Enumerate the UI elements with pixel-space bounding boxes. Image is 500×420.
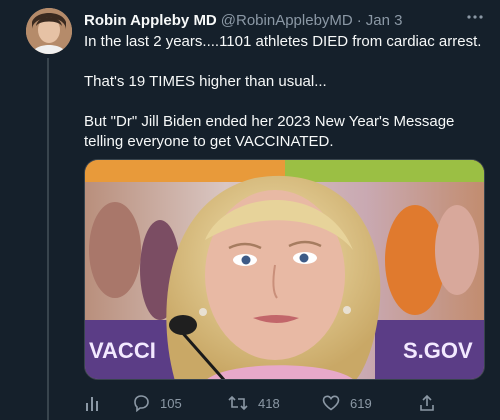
author-handle[interactable]: @RobinApplebyMD: [221, 12, 353, 29]
photo: VACCI S.GOV: [85, 160, 484, 379]
retweet-button[interactable]: 418: [228, 394, 280, 412]
tweet-line-1: In the last 2 years....1101 athletes DIE…: [84, 33, 482, 50]
avatar[interactable]: [26, 8, 72, 54]
tweet-image[interactable]: VACCI S.GOV: [84, 159, 485, 380]
reply-count: 105: [160, 395, 182, 411]
banner-text-left: VACCI: [89, 338, 156, 363]
like-count: 619: [350, 395, 372, 411]
tweet-line-3: But "Dr" Jill Biden ended her 2023 New Y…: [84, 113, 455, 150]
tweet-date[interactable]: Jan 3: [366, 12, 403, 29]
analytics-icon: [86, 397, 98, 411]
reply-icon: [134, 395, 149, 412]
heart-icon: [322, 395, 340, 411]
reply-button[interactable]: 105: [132, 394, 182, 412]
tweet-header: Robin Appleby MD @RobinApplebyMD · Jan 3: [84, 10, 480, 30]
tweet-actions: 105 418 619: [84, 392, 444, 414]
more-icon[interactable]: [466, 8, 484, 31]
like-button[interactable]: 619: [322, 394, 372, 412]
tweet-line-2: That's 19 TIMES higher than usual...: [84, 73, 327, 90]
share-icon: [420, 394, 434, 411]
thread-line: [47, 58, 49, 420]
avatar-image: [26, 8, 72, 54]
retweet-count: 418: [258, 395, 280, 411]
author-name[interactable]: Robin Appleby MD: [84, 12, 217, 29]
banner-text-right: S.GOV: [403, 338, 473, 363]
separator: ·: [356, 11, 362, 29]
share-button[interactable]: [418, 394, 436, 412]
analytics-button[interactable]: [84, 394, 102, 412]
retweet-icon: [228, 395, 248, 411]
tweet-text: In the last 2 years....1101 athletes DIE…: [84, 32, 484, 172]
